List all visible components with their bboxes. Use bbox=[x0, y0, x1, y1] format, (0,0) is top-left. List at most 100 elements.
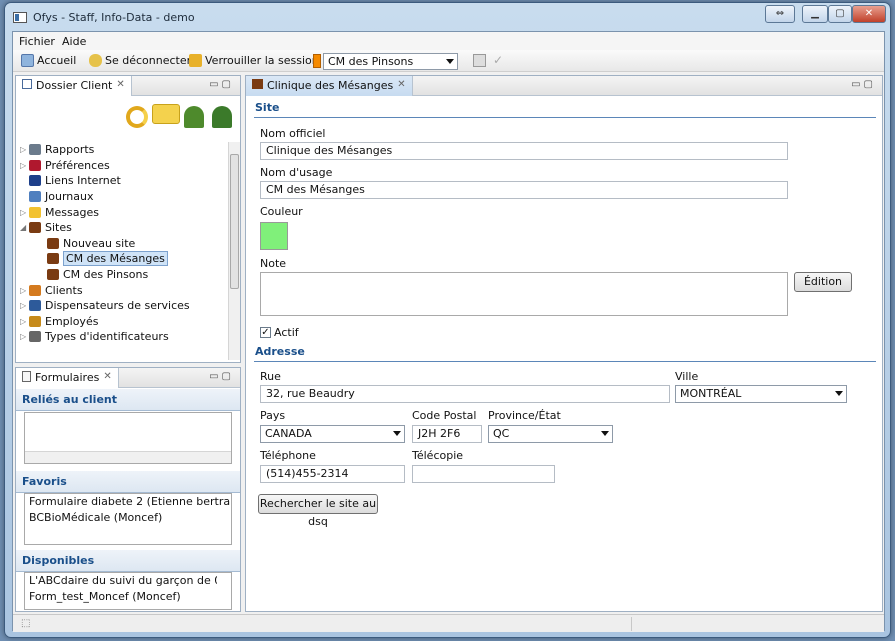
nom-officiel-field[interactable]: Clinique des Mésanges bbox=[260, 142, 788, 160]
tree-item-label: Nouveau site bbox=[63, 236, 136, 250]
message-icon[interactable] bbox=[152, 104, 180, 124]
client-area: Fichier Aide Accueil Se déconnecter Verr… bbox=[12, 31, 885, 632]
close-icon[interactable]: ✕ bbox=[397, 79, 405, 90]
save-icon[interactable] bbox=[473, 54, 486, 67]
expander-icon[interactable]: ▷ bbox=[20, 286, 29, 295]
close-icon[interactable]: ✕ bbox=[103, 371, 111, 382]
list-item[interactable]: BCBioMédicale (Moncef) bbox=[25, 510, 231, 526]
list-item[interactable]: L'ABCdaire du suivi du garçon de 0 à 2 a… bbox=[25, 573, 217, 589]
expander-icon[interactable]: ▷ bbox=[20, 161, 29, 170]
dossier-tree: ▷ Rapports ▷ Préférences Liens Internet Journ… bbox=[20, 142, 238, 345]
employee-icon bbox=[29, 315, 41, 327]
building-icon bbox=[29, 222, 41, 234]
logout-label: Se déconnecter bbox=[105, 54, 192, 67]
rue-field[interactable]: 32, rue Beaudry bbox=[260, 385, 670, 403]
formulaires-tabbar: Formulaires ✕ ▭▢ bbox=[16, 368, 240, 388]
site-selector[interactable]: CM des Pinsons bbox=[323, 53, 458, 70]
lock-label: Verrouiller la session bbox=[205, 54, 319, 67]
tree-item[interactable]: Liens Internet bbox=[20, 173, 238, 189]
tree-item[interactable]: CM des Mésanges bbox=[20, 251, 238, 267]
panel-minmax-icon[interactable]: ▭▢ bbox=[851, 79, 876, 90]
status-icon: ⬚ bbox=[21, 618, 31, 629]
edition-button[interactable]: Édition bbox=[794, 272, 852, 292]
lock-button[interactable]: Verrouiller la session bbox=[189, 54, 319, 67]
tab-formulaires[interactable]: Formulaires ✕ bbox=[16, 368, 119, 388]
form-icon bbox=[22, 371, 31, 382]
home-button[interactable]: Accueil bbox=[21, 54, 76, 67]
tree-item[interactable]: ▷ Employés bbox=[20, 314, 238, 330]
tab-dossier-client[interactable]: Dossier Client ✕ bbox=[16, 76, 132, 96]
check-icon[interactable]: ✓ bbox=[260, 327, 271, 338]
menu-aide[interactable]: Aide bbox=[62, 35, 86, 48]
expander-icon[interactable]: ▷ bbox=[20, 332, 29, 341]
app-window: Ofys - Staff, Info-Data - demo ⇔ ▁ ▢ ✕ F… bbox=[4, 2, 891, 638]
minimize-button[interactable]: ▁ bbox=[802, 5, 828, 23]
logout-button[interactable]: Se déconnecter bbox=[89, 54, 191, 67]
tree-item[interactable]: Journaux bbox=[20, 189, 238, 205]
color-swatch[interactable] bbox=[260, 222, 288, 250]
site-section-header: Site bbox=[255, 101, 280, 114]
panel-minmax-icon[interactable]: ▭▢ bbox=[209, 79, 234, 90]
list-item[interactable]: Formulaire diabete 2 (Etienne bertrand) bbox=[25, 494, 231, 510]
tree-item-label: CM des Mésanges bbox=[63, 251, 168, 267]
close-icon[interactable]: ✕ bbox=[116, 79, 124, 90]
menu-fichier[interactable]: Fichier bbox=[19, 35, 55, 48]
tree-item-label: Rapports bbox=[45, 143, 95, 157]
home-icon bbox=[21, 54, 34, 67]
scrollbar-thumb[interactable] bbox=[230, 154, 239, 289]
tree-item[interactable]: ◢ Sites bbox=[20, 220, 238, 236]
expander-icon[interactable]: ▷ bbox=[20, 145, 29, 154]
code-postal-field[interactable]: J2H 2F6 bbox=[412, 425, 482, 443]
tree-item[interactable]: CM des Pinsons bbox=[20, 267, 238, 283]
close-button[interactable]: ✕ bbox=[852, 5, 886, 23]
building-icon bbox=[252, 79, 263, 89]
relies-hscrollbar[interactable] bbox=[25, 451, 231, 463]
maximize-button[interactable]: ▢ bbox=[828, 5, 852, 23]
expander-icon[interactable]: ◢ bbox=[20, 223, 29, 232]
window-title: Ofys - Staff, Info-Data - demo bbox=[33, 11, 195, 24]
pays-select[interactable]: CANADA bbox=[260, 425, 405, 443]
refresh-icon[interactable] bbox=[126, 106, 148, 128]
toolbar: Accueil Se déconnecter Verrouiller la se… bbox=[13, 50, 884, 72]
relies-list bbox=[24, 412, 232, 464]
chevron-down-icon bbox=[446, 59, 454, 64]
actif-checkbox-row[interactable]: ✓ Actif bbox=[260, 326, 299, 339]
tree-item[interactable]: ▷ Clients bbox=[20, 282, 238, 298]
building-icon bbox=[47, 269, 59, 281]
tree-item[interactable]: ▷ Dispensateurs de services bbox=[20, 298, 238, 314]
tree-scrollbar[interactable] bbox=[228, 142, 240, 360]
telecopie-field[interactable] bbox=[412, 465, 555, 483]
app-icon bbox=[13, 12, 27, 23]
id-type-icon bbox=[29, 331, 41, 343]
tree-item-label: Employés bbox=[45, 314, 99, 328]
divider bbox=[631, 617, 632, 631]
expander-icon[interactable]: ▷ bbox=[20, 317, 29, 326]
couleur-label: Couleur bbox=[260, 205, 303, 218]
restore-icon[interactable]: ⇔ bbox=[765, 5, 795, 23]
note-textarea[interactable] bbox=[260, 272, 788, 316]
province-value: QC bbox=[493, 427, 510, 440]
tree-item[interactable]: ▷ Types d'identificateurs bbox=[20, 329, 238, 345]
list-item[interactable]: Form_test_Moncef (Moncef) bbox=[25, 589, 217, 605]
favoris-list: Formulaire diabete 2 (Etienne bertrand) … bbox=[24, 493, 232, 545]
panel-minmax-icon[interactable]: ▭▢ bbox=[209, 371, 234, 382]
site-selector-value: CM des Pinsons bbox=[328, 55, 414, 68]
tab-formulaires-label: Formulaires bbox=[35, 371, 100, 384]
nom-usage-field[interactable]: CM des Mésanges bbox=[260, 181, 788, 199]
ville-select[interactable]: MONTRÉAL bbox=[675, 385, 847, 403]
tree-item[interactable]: ▷ Messages bbox=[20, 204, 238, 220]
apply-icon[interactable]: ✓ bbox=[493, 53, 503, 67]
tree-item[interactable]: ▷ Préférences bbox=[20, 158, 238, 174]
search-user-icon[interactable] bbox=[212, 106, 232, 128]
journal-icon bbox=[29, 191, 41, 203]
province-select[interactable]: QC bbox=[488, 425, 613, 443]
add-user-icon[interactable] bbox=[184, 106, 204, 128]
tab-clinique-des-mesanges[interactable]: Clinique des Mésanges ✕ bbox=[246, 76, 413, 96]
telephone-field[interactable]: (514)455-2314 bbox=[260, 465, 405, 483]
tree-item[interactable]: ▷ Rapports bbox=[20, 142, 238, 158]
disponibles-header: Disponibles bbox=[16, 550, 240, 572]
expander-icon[interactable]: ▷ bbox=[20, 208, 29, 217]
expander-icon[interactable]: ▷ bbox=[20, 301, 29, 310]
search-site-dsq-button[interactable]: Rechercher le site au dsq bbox=[258, 494, 378, 528]
tree-item[interactable]: Nouveau site bbox=[20, 236, 238, 252]
